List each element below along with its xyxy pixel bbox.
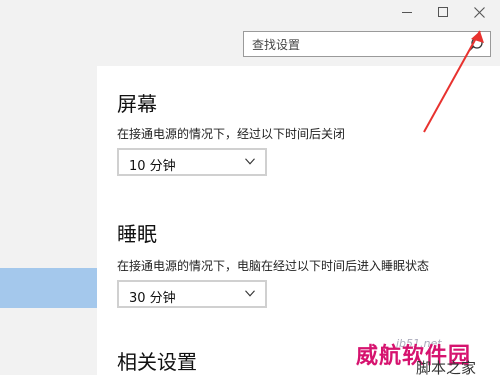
chevron-down-icon [245,158,255,165]
sidebar [0,66,97,375]
close-icon [473,6,485,18]
screen-description: 在接通电源的情况下，经过以下时间后关闭 [117,127,346,141]
sleep-description: 在接通电源的情况下，电脑在经过以下时间后进入睡眠状态 [117,259,430,273]
screen-heading: 屏幕 [117,92,157,116]
sleep-timeout-select[interactable]: 30 分钟 [117,280,267,308]
related-settings-heading: 相关设置 [117,350,197,374]
maximize-button[interactable] [426,2,460,22]
settings-content: 屏幕 在接通电源的情况下，经过以下时间后关闭 10 分钟 睡眠 在接通电源的情况… [97,66,500,375]
minimize-icon [402,11,412,13]
title-bar [0,0,500,66]
screen-timeout-select[interactable]: 10 分钟 [117,148,267,176]
sidebar-item-selected[interactable] [0,268,97,308]
chevron-down-icon [245,290,255,297]
minimize-button[interactable] [390,2,424,22]
sleep-timeout-value: 30 分钟 [129,291,176,306]
screen-timeout-value: 10 分钟 [129,159,176,174]
search-input[interactable] [252,36,462,54]
search-icon[interactable] [466,35,486,55]
search-box[interactable] [243,31,491,57]
maximize-icon [438,7,448,17]
sleep-heading: 睡眠 [117,222,157,246]
close-button[interactable] [462,2,496,22]
